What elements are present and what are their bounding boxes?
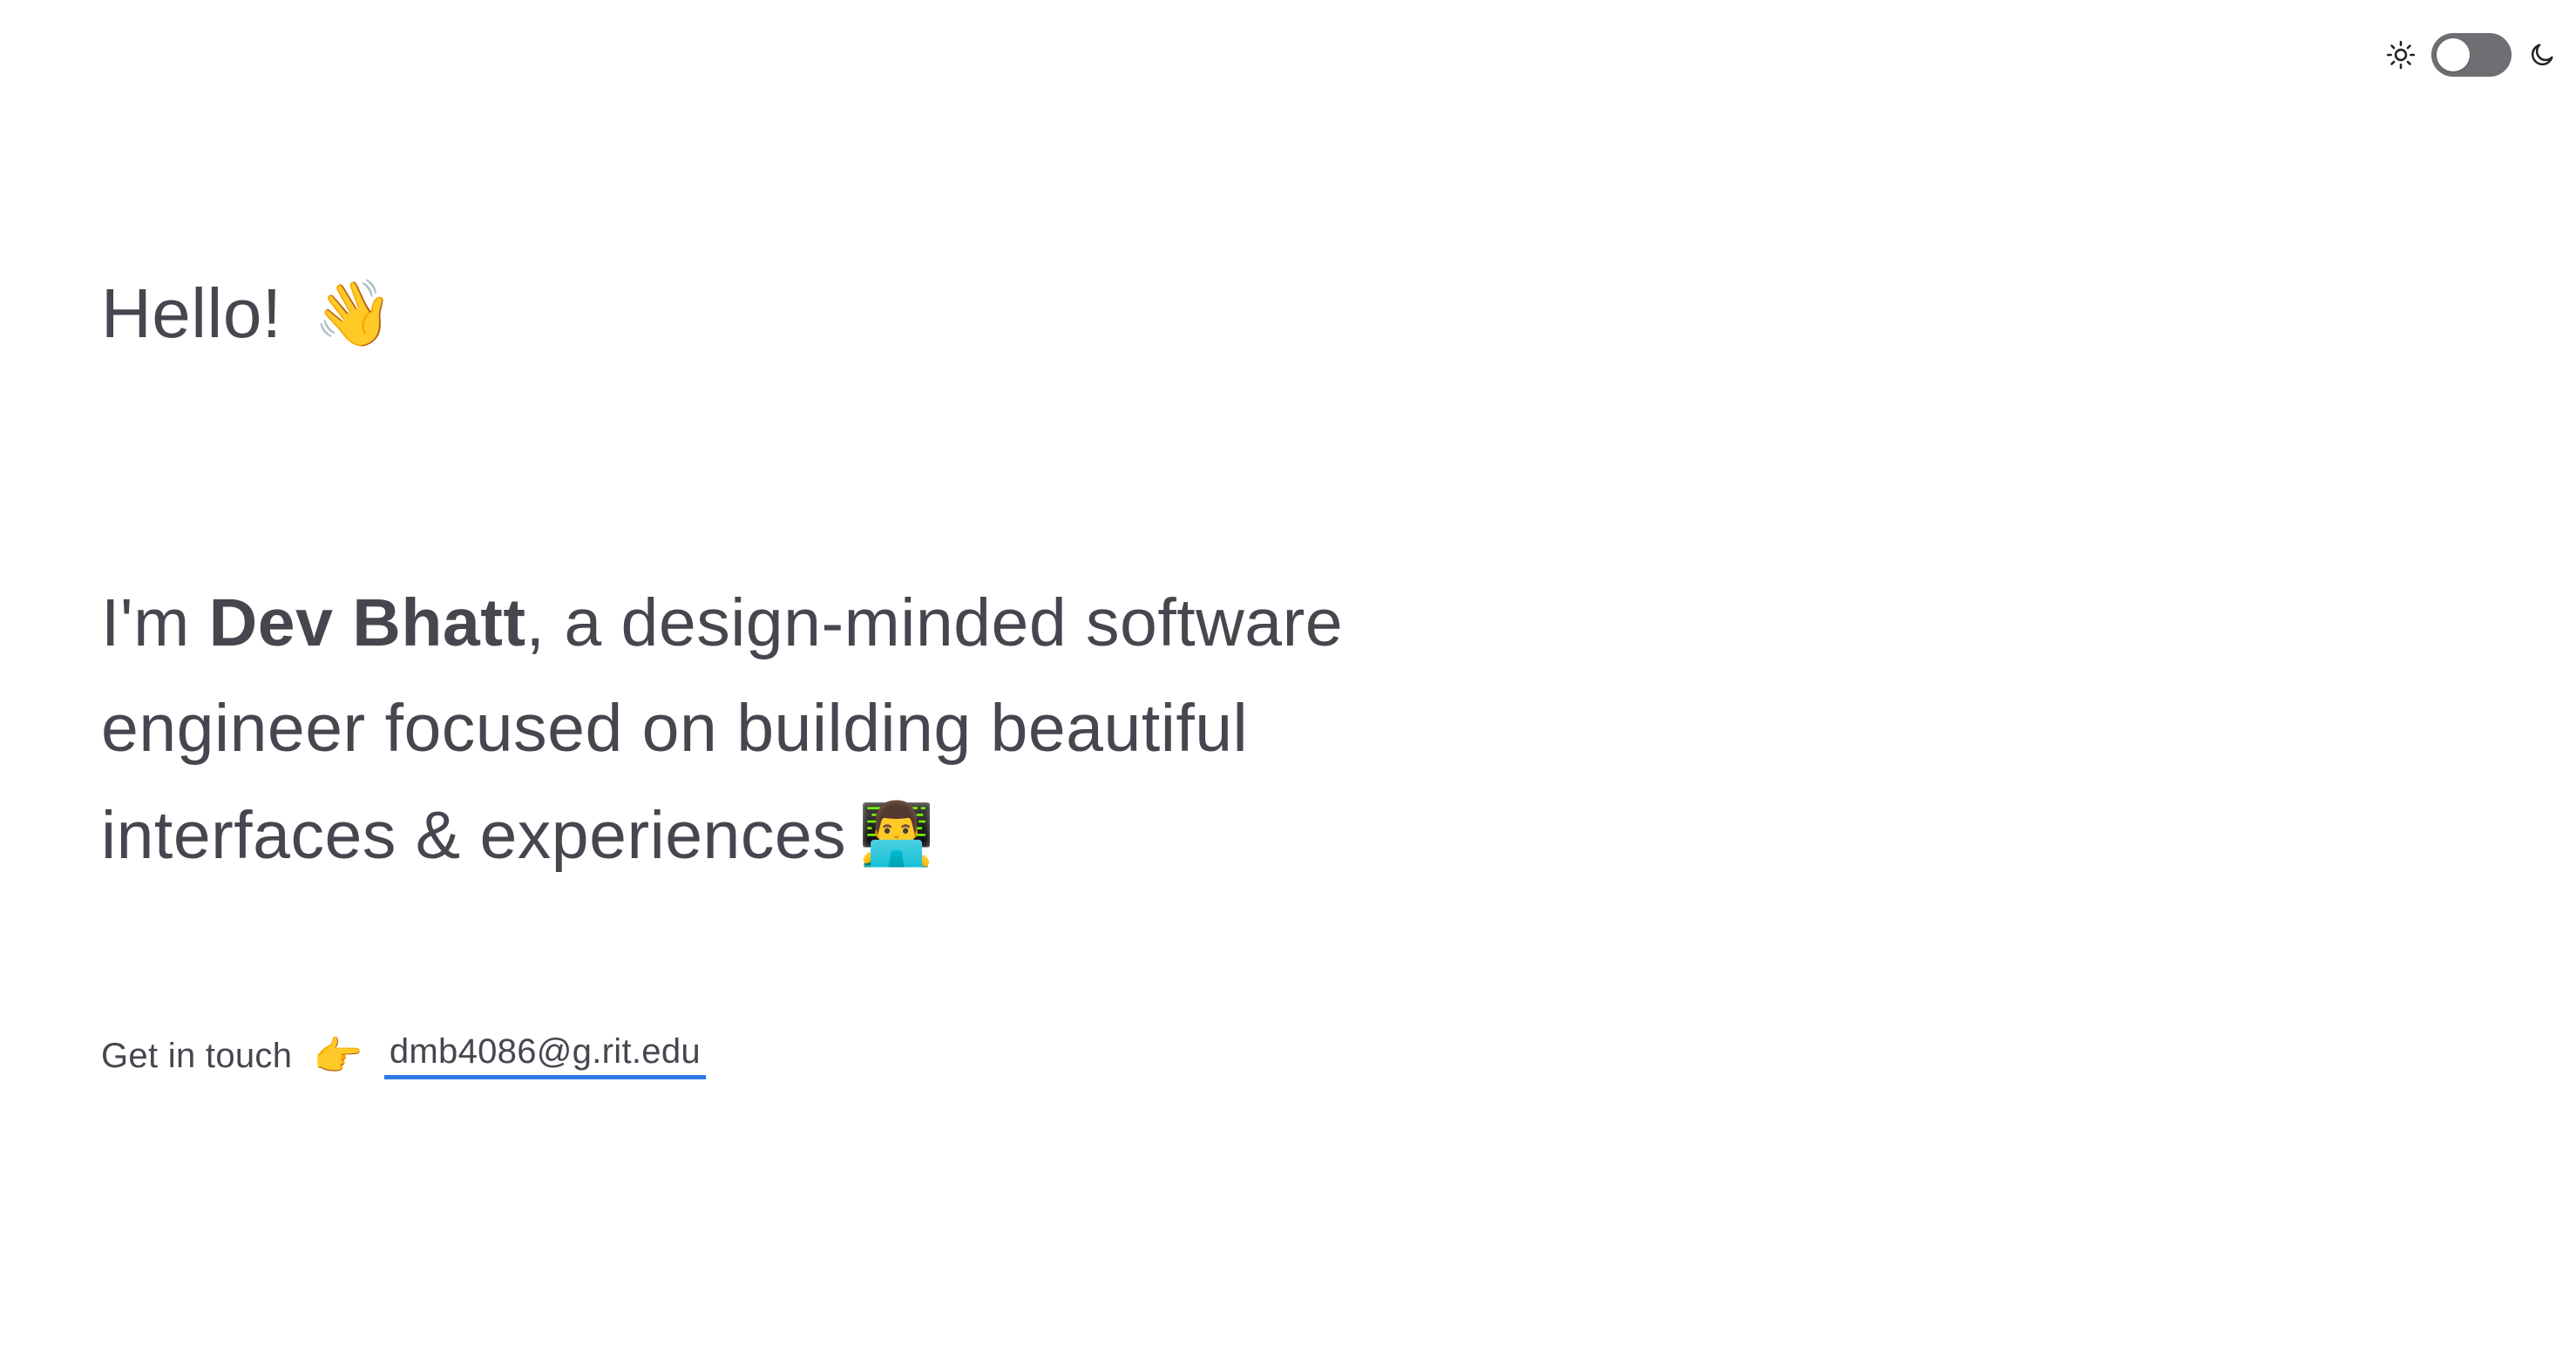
technologist-icon: 👨‍💻 (858, 800, 935, 868)
author-name: Dev Bhatt (208, 585, 526, 660)
waving-hand-icon: 👋 (313, 277, 395, 349)
contact-label: Get in touch (101, 1036, 293, 1075)
moon-icon (2525, 38, 2559, 71)
email-link[interactable]: dmb4086@g.rit.edu (383, 1032, 706, 1079)
intro-prefix: I'm (101, 585, 209, 660)
hero-section: Hello! 👋 I'm Dev Bhatt, a design-minded … (101, 279, 1495, 1079)
contact-row: Get in touch 👉 dmb4086@g.rit.edu (101, 1032, 1495, 1079)
intro-paragraph: I'm Dev Bhatt, a design-minded software … (101, 571, 1408, 889)
theme-switch-knob (2437, 38, 2470, 71)
theme-toggle (2384, 33, 2559, 77)
sun-icon (2384, 38, 2417, 71)
theme-switch[interactable] (2431, 33, 2512, 77)
greeting-text: Hello! (101, 274, 282, 352)
pointing-right-icon: 👉 (313, 1033, 363, 1079)
greeting-heading: Hello! 👋 (101, 279, 1495, 348)
